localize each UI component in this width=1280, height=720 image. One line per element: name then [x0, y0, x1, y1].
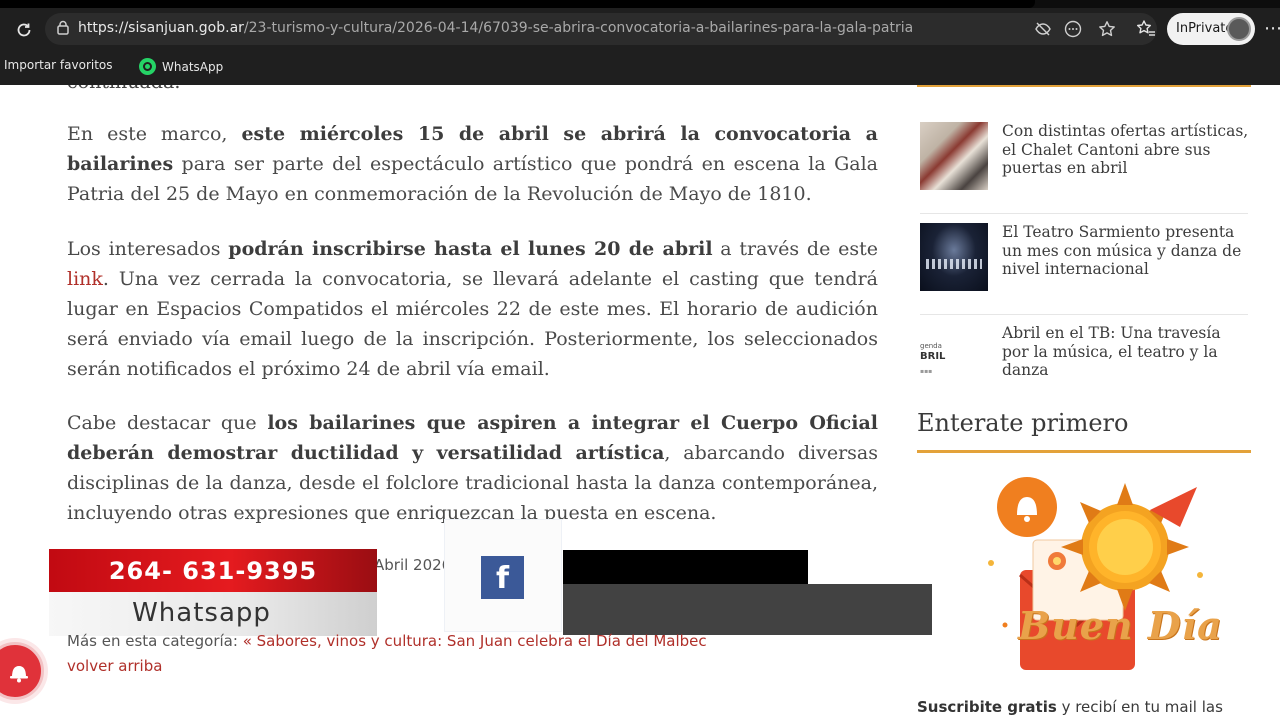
text: . Una vez cerrada la convocatoria, se ll…	[67, 268, 878, 380]
divider	[920, 314, 1248, 315]
news-title[interactable]: Con distintas ofertas artísticas, el Cha…	[1002, 122, 1252, 178]
inprivate-label: InPrivate	[1176, 21, 1234, 36]
heading-underline	[917, 450, 1251, 453]
bell-icon	[10, 666, 28, 683]
sidebar-divider	[917, 85, 1251, 87]
reload-icon[interactable]	[12, 18, 36, 42]
url-text[interactable]: https://sisanjuan.gob.ar/23-turismo-y-cu…	[78, 20, 913, 36]
promo-text: Buen Día	[1018, 603, 1223, 648]
thumb-caption: genda	[920, 342, 942, 350]
whatsapp-icon	[139, 58, 156, 75]
web-page: continuada. En este marco, este miércole…	[0, 85, 1280, 720]
article-paragraph: Los interesados podrán inscribirse hasta…	[67, 234, 878, 384]
related-article-link[interactable]: « Sabores, vinos y cultura: San Juan cel…	[243, 632, 707, 650]
page-actions-icon[interactable]	[1064, 20, 1082, 38]
news-title[interactable]: El Teatro Sarmiento presenta un mes con …	[1002, 223, 1252, 279]
bold-text: podrán inscribirse hasta el lunes 20 de …	[228, 238, 713, 260]
site-info-icon[interactable]	[55, 20, 73, 38]
news-thumbnail[interactable]	[920, 223, 988, 291]
address-bar[interactable]: https://sisanjuan.gob.ar/23-turismo-y-cu…	[45, 13, 1157, 45]
whatsapp-phone-banner[interactable]: 264- 631-9395 Whatsapp	[49, 549, 377, 636]
article-paragraph: Cabe destacar que los bailarines que asp…	[67, 408, 878, 528]
bookmark-label: WhatsApp	[162, 59, 224, 74]
news-thumbnail[interactable]	[920, 122, 988, 190]
divider	[920, 213, 1248, 214]
bookmark-label: Importar favoritos	[4, 58, 113, 72]
text: Cabe destacar que	[67, 412, 268, 434]
thumb-dots: ▪▪▪	[920, 368, 933, 375]
subscribe-rest: y recibí en tu mail las	[1056, 698, 1223, 716]
whatsapp-label: Whatsapp	[132, 598, 271, 628]
sidebar-news-item[interactable]: El Teatro Sarmiento presenta un mes con …	[920, 223, 1250, 303]
back-to-top-link[interactable]: volver arriba	[67, 657, 162, 675]
tracking-prevention-icon[interactable]	[1034, 20, 1052, 38]
article-paragraph: En este marco, este miércoles 15 de abri…	[67, 119, 878, 209]
star-icon[interactable]	[1098, 20, 1116, 38]
favorites-icon[interactable]	[1136, 19, 1156, 39]
bookmark-import-favorites[interactable]: Importar favoritos	[4, 58, 113, 72]
url-path: /23-turismo-y-cultura/2026-04-14/67039-s…	[243, 20, 914, 36]
avatar	[1227, 17, 1251, 41]
favorites-bar: Importar favoritos WhatsApp	[0, 53, 1280, 81]
inprivate-profile-button[interactable]: InPrivate	[1167, 13, 1255, 45]
notifications-button[interactable]	[0, 642, 44, 700]
facebook-icon[interactable]: f	[481, 556, 524, 599]
thumb-caption: BRIL	[920, 351, 946, 362]
previous-paragraph-fragment: continuada.	[67, 85, 180, 93]
text: a través de este	[712, 238, 878, 260]
sidebar-heading: Enterate primero	[917, 409, 1129, 437]
news-thumbnail[interactable]: genda BRIL ▪▪▪	[920, 324, 988, 392]
bookmark-whatsapp[interactable]: WhatsApp	[139, 58, 223, 75]
phone-number: 264- 631-9395	[108, 557, 318, 585]
more-in-category-label: Más en esta categoría:	[67, 632, 243, 650]
sidebar-news-item[interactable]: genda BRIL ▪▪▪ Abril en el TB: Una trave…	[920, 324, 1250, 404]
browser-chrome: https://sisanjuan.gob.ar/23-turismo-y-cu…	[0, 0, 1280, 85]
more-menu-icon[interactable]: ⋯	[1264, 18, 1280, 39]
facebook-share-box[interactable]: f	[444, 519, 562, 632]
subscribe-bold: Suscribite gratis	[917, 698, 1057, 716]
share-bar-placeholder	[563, 584, 932, 635]
inscription-link[interactable]: link	[67, 268, 103, 290]
share-bar-placeholder	[563, 550, 808, 584]
newsletter-promo-image[interactable]: Buen Día	[975, 475, 1235, 675]
subscribe-text: Suscribite gratis y recibí en tu mail la…	[917, 698, 1223, 716]
more-in-category: Más en esta categoría: « Sabores, vinos …	[67, 632, 707, 650]
news-title[interactable]: Abril en el TB: Una travesía por la músi…	[1002, 324, 1252, 380]
text: Los interesados	[67, 238, 229, 260]
url-host: https://sisanjuan.gob.ar	[78, 20, 244, 36]
text: para ser parte del espectáculo artístico…	[67, 153, 878, 205]
text: En este marco,	[67, 123, 242, 145]
sidebar-news-item[interactable]: Con distintas ofertas artísticas, el Cha…	[920, 122, 1250, 202]
active-tab-edge	[0, 0, 1035, 8]
tab-strip	[0, 0, 1280, 8]
